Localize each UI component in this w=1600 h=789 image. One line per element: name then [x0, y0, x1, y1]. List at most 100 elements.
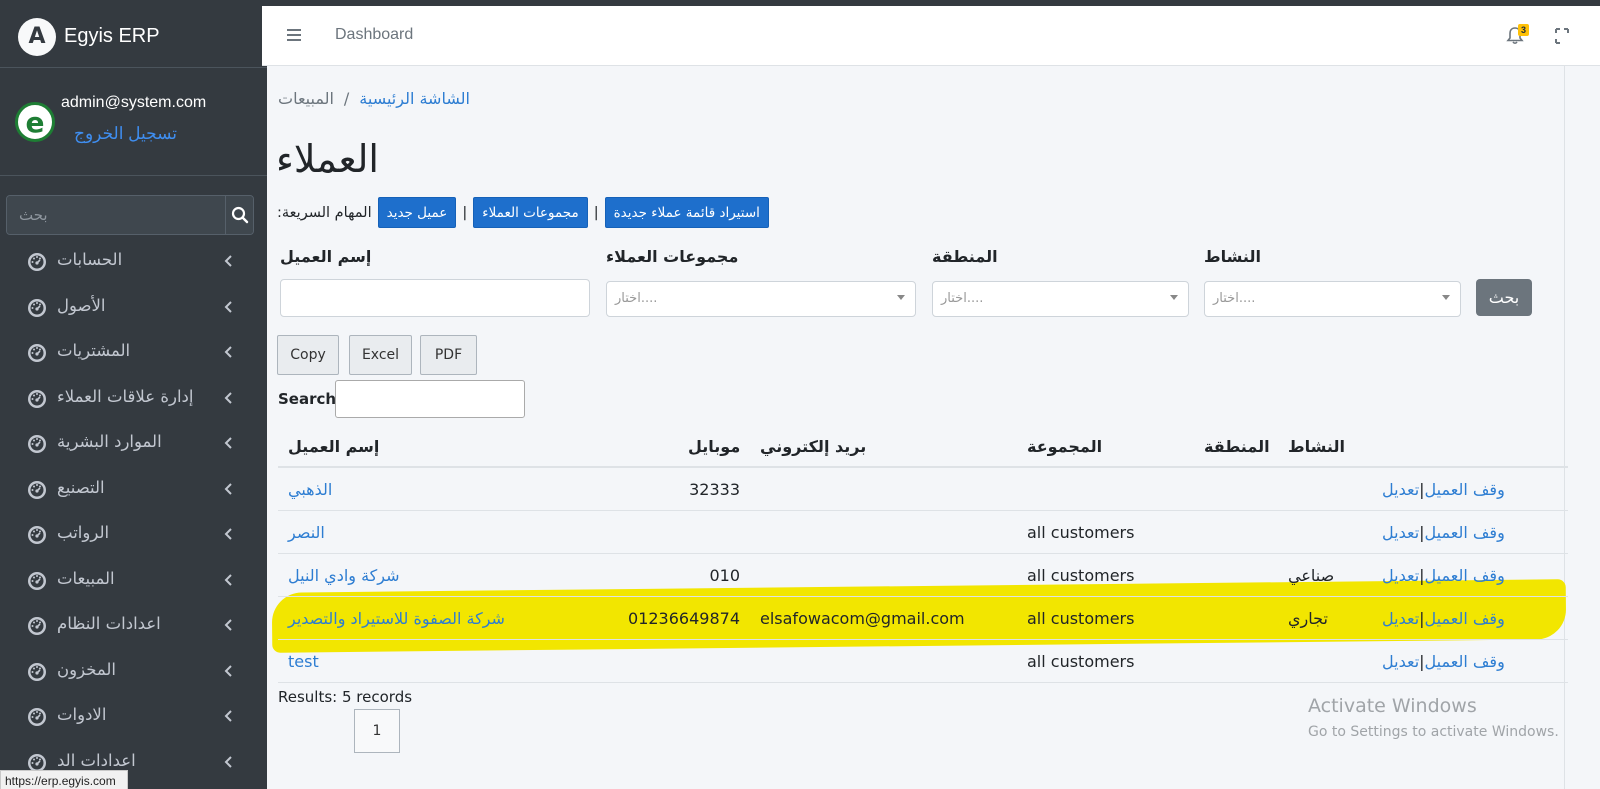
- sidebar-item[interactable]: الرواتب: [0, 512, 267, 558]
- sidebar-item[interactable]: المخزون: [0, 649, 267, 695]
- logout-link[interactable]: تسجيل الخروج: [74, 124, 177, 144]
- header-name[interactable]: إسم العميل: [288, 437, 379, 456]
- sidebar-item[interactable]: المشتريات: [0, 330, 267, 376]
- breadcrumb-home[interactable]: الشاشة الرئيسية: [359, 89, 470, 108]
- chevron-left-icon: [224, 391, 232, 404]
- hamburger-menu-icon[interactable]: [286, 27, 302, 43]
- dashboard-gauge-icon: [28, 435, 46, 453]
- chevron-left-icon: [224, 255, 232, 267]
- search-icon: [231, 206, 248, 224]
- edit-customer-link[interactable]: تعديل: [1382, 480, 1419, 499]
- copy-button[interactable]: Copy: [277, 335, 339, 375]
- edit-customer-link[interactable]: تعديل: [1382, 652, 1419, 671]
- customer-name-link[interactable]: test: [288, 652, 319, 671]
- chevron-left-icon: [224, 346, 232, 358]
- breadcrumb: المبيعات / الشاشة الرئيسية: [278, 89, 470, 108]
- stop-customer-link[interactable]: وقف العميل: [1425, 566, 1505, 585]
- row-actions: وقف العميل|تعديل: [1382, 609, 1505, 628]
- customer-activity: صناعي: [1288, 566, 1335, 585]
- new-customer-button[interactable]: عميل جديد: [377, 197, 457, 228]
- header-email[interactable]: بريد إلكتروني: [760, 437, 866, 456]
- dashboard-gauge-icon: [28, 571, 46, 590]
- customer-name-link[interactable]: النصر: [288, 523, 325, 542]
- customer-name-link[interactable]: شركة وادي النيل: [288, 566, 400, 585]
- customer-mobile: 32333: [689, 480, 740, 499]
- dashboard-gauge-icon: [28, 344, 46, 362]
- dropdown-arrow-icon: [897, 295, 905, 300]
- customer-name-link[interactable]: شركة الصفوة للاستيراد والتصدير: [288, 609, 505, 628]
- breadcrumb-current: المبيعات: [278, 89, 334, 108]
- sidebar-item-label: التصنيع: [57, 477, 105, 497]
- sidebar-item[interactable]: الموارد البشرية: [0, 421, 267, 467]
- quick-tasks-label: :المهام السريعة: [277, 204, 372, 221]
- top-navbar: Dashboard 3: [262, 6, 1600, 66]
- customer-name-filter-input[interactable]: [280, 279, 590, 317]
- chevron-left-icon: [224, 664, 232, 677]
- sidebar-item[interactable]: التصنيع: [0, 467, 267, 513]
- brand-name: Egyis ERP: [64, 25, 160, 47]
- sidebar-search-input[interactable]: [7, 196, 225, 234]
- notification-badge: 3: [1518, 24, 1530, 36]
- sidebar-item[interactable]: الادوات: [0, 694, 267, 740]
- sidebar-item[interactable]: المبيعات: [0, 558, 267, 604]
- dashboard-gauge-icon: [28, 389, 46, 408]
- region-filter-select[interactable]: اختار....: [932, 281, 1189, 317]
- header-mobile[interactable]: موبايل: [688, 437, 740, 456]
- sidebar-item[interactable]: الحسابات: [0, 239, 267, 285]
- sidebar-item-label: الحسابات: [57, 250, 123, 269]
- stop-customer-link[interactable]: وقف العميل: [1425, 652, 1505, 671]
- groups-filter-label: مجموعات العملاء: [606, 247, 739, 266]
- header-region[interactable]: المنطقة: [1204, 437, 1270, 456]
- customer-name-link[interactable]: الذهبي: [288, 480, 332, 499]
- sidebar-item-label: اعدادات النظام: [57, 614, 161, 633]
- groups-filter-select[interactable]: اختار....: [606, 281, 916, 317]
- table-search-label: Search:: [278, 390, 343, 408]
- edit-customer-link[interactable]: تعديل: [1382, 523, 1419, 542]
- user-email[interactable]: admin@system.com: [61, 94, 206, 112]
- sidebar-item-label: المخزون: [57, 659, 116, 679]
- chevron-left-icon: [224, 482, 232, 495]
- table-row: شركة وادي النيل 010 all customers صناعي وقف …: [278, 554, 1568, 597]
- stop-customer-link[interactable]: وقف العميل: [1425, 609, 1505, 628]
- expand-icon[interactable]: [1555, 28, 1569, 44]
- brand-logo: A: [18, 17, 56, 56]
- chevron-left-icon: [224, 573, 232, 586]
- sidebar-item[interactable]: اعدادات النظام: [0, 603, 267, 649]
- sidebar-item[interactable]: الأصول: [0, 285, 267, 331]
- table-search-input[interactable]: [335, 380, 525, 418]
- sidebar-item-label: إدارة علاقات العملاء: [57, 386, 194, 406]
- import-customers-button[interactable]: استيراد قائمة عملاء جديدة: [604, 197, 769, 228]
- filter-search-button[interactable]: بحث: [1476, 279, 1532, 316]
- stop-customer-link[interactable]: وقف العميل: [1425, 523, 1505, 542]
- customer-mobile: 010: [709, 566, 740, 585]
- sidebar-search-button[interactable]: [225, 196, 253, 234]
- customer-group: all customers: [1027, 566, 1135, 585]
- chevron-left-icon: [224, 619, 232, 631]
- customer-email: elsafowacom@gmail.com: [760, 609, 965, 628]
- dashboard-link[interactable]: Dashboard: [335, 26, 413, 44]
- sidebar-item-label: اعدادات الد: [57, 750, 136, 770]
- quick-separator: |: [462, 204, 468, 221]
- dashboard-gauge-icon: [28, 662, 46, 681]
- header-group[interactable]: المجموعة: [1027, 437, 1102, 456]
- edit-customer-link[interactable]: تعديل: [1382, 609, 1419, 628]
- customer-groups-button[interactable]: مجموعات العملاء: [473, 197, 588, 228]
- sidebar-item-label: الادوات: [57, 705, 107, 724]
- brand[interactable]: A Egyis ERP: [0, 6, 267, 68]
- dashboard-gauge-icon: [28, 617, 46, 635]
- table-row: test all customers وقف العميل|تعديل: [278, 640, 1568, 683]
- excel-button[interactable]: Excel: [349, 335, 412, 375]
- header-activity[interactable]: النشاط: [1288, 437, 1345, 456]
- customers-table: إسم العميل موبايل بريد إلكتروني المجموعة…: [278, 425, 1568, 683]
- customer-activity: تجاري: [1288, 609, 1328, 628]
- edit-customer-link[interactable]: تعديل: [1382, 566, 1419, 585]
- sidebar-item[interactable]: إدارة علاقات العملاء: [0, 376, 267, 422]
- pagination-page-1[interactable]: 1: [354, 709, 400, 753]
- table-row: النصر all customers وقف العميل|تعديل: [278, 511, 1568, 554]
- quick-tasks: :المهام السريعة عميل جديد | مجموعات العم…: [277, 197, 769, 228]
- activity-filter-select[interactable]: اختار....: [1204, 281, 1461, 317]
- region-filter-label: المنطقة: [932, 247, 998, 266]
- stop-customer-link[interactable]: وقف العميل: [1425, 480, 1505, 499]
- chevron-left-icon: [224, 710, 232, 722]
- pdf-button[interactable]: PDF: [420, 335, 477, 375]
